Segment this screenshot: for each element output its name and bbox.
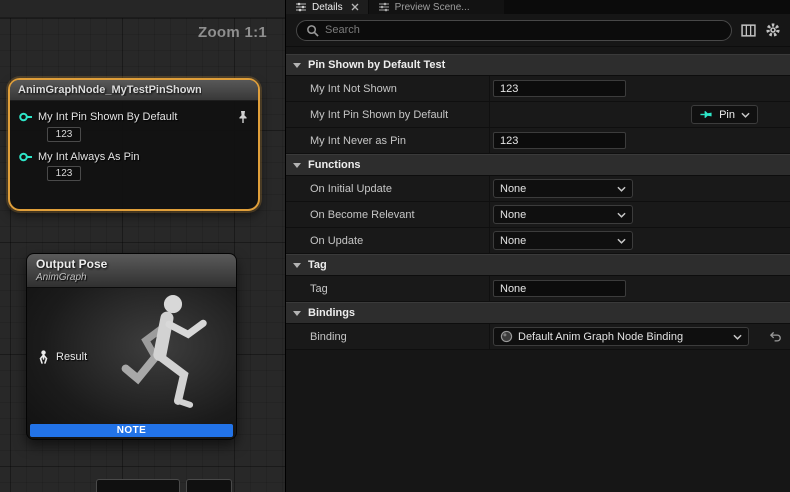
pin-value-field[interactable]: 123 — [47, 166, 81, 181]
property-row: On Update None — [286, 228, 790, 254]
pin-row: My Int Pin Shown By Default 123 — [10, 110, 258, 142]
node-subtitle: AnimGraph — [36, 272, 227, 283]
node-body: Result NOTE — [27, 288, 236, 440]
settings-gear-icon[interactable] — [765, 22, 781, 38]
collapse-arrow-icon — [293, 163, 301, 168]
chevron-down-icon — [617, 186, 626, 192]
result-pin[interactable]: Result — [37, 350, 87, 364]
on-update-dropdown[interactable]: None — [493, 231, 633, 250]
property-label: My Int Pin Shown by Default — [286, 102, 489, 127]
preview-mannequin-image — [116, 290, 234, 426]
on-become-relevant-dropdown[interactable]: None — [493, 205, 633, 224]
my-int-never-as-pin-field[interactable] — [493, 132, 626, 149]
tab-details[interactable]: Details — [286, 0, 368, 14]
chevron-down-icon — [741, 112, 750, 118]
property-label: Binding — [286, 324, 489, 349]
binding-dropdown[interactable]: Default Anim Graph Node Binding — [493, 327, 749, 346]
property-label: My Int Not Shown — [286, 76, 489, 101]
property-row: On Become Relevant None — [286, 202, 790, 228]
int-pin-icon[interactable] — [18, 151, 33, 163]
output-pose-node[interactable]: Output Pose AnimGraph — [26, 253, 237, 440]
result-pin-label: Result — [56, 351, 87, 363]
pin-label: My Int Pin Shown By Default — [38, 111, 177, 123]
property-label: On Become Relevant — [286, 202, 489, 227]
category-bindings[interactable]: Bindings — [286, 302, 790, 324]
pin-state-dropdown[interactable]: Pin — [691, 105, 758, 124]
offscreen-node-top[interactable] — [186, 479, 232, 492]
anim-graph-test-node[interactable]: AnimGraphNode_MyTestPinShown My Int Pin … — [8, 78, 260, 211]
property-label: My Int Never as Pin — [286, 128, 489, 153]
tab-label: Preview Scene... — [395, 2, 470, 13]
details-rows: Pin Shown by Default Test My Int Not Sho… — [286, 47, 790, 492]
tag-field[interactable] — [493, 280, 626, 297]
search-input[interactable] — [325, 24, 722, 36]
search-box[interactable] — [296, 20, 732, 41]
node-title: AnimGraphNode_MyTestPinShown — [18, 84, 202, 96]
pin-icon — [699, 108, 713, 121]
reset-to-default-icon[interactable] — [769, 331, 782, 343]
binding-object-icon — [500, 330, 513, 343]
property-label: On Initial Update — [286, 176, 489, 201]
collapse-arrow-icon — [293, 311, 301, 316]
pin-value-field[interactable]: 123 — [47, 127, 81, 142]
property-label: Tag — [286, 276, 489, 301]
category-tag[interactable]: Tag — [286, 254, 790, 276]
property-label: On Update — [286, 228, 489, 253]
zoom-level-label: Zoom 1:1 — [198, 24, 267, 41]
chevron-down-icon — [617, 212, 626, 218]
preview-scene-tab-icon — [378, 2, 390, 12]
unreal-editor-window: Zoom 1:1 AnimGraphNode_MyTestPinShown My… — [0, 0, 790, 492]
close-tab-icon[interactable] — [351, 3, 359, 11]
collapse-arrow-icon — [293, 63, 301, 68]
pin-label: My Int Always As Pin — [38, 151, 139, 163]
node-header[interactable]: AnimGraphNode_MyTestPinShown — [10, 80, 258, 101]
animgraph-canvas[interactable]: Zoom 1:1 AnimGraphNode_MyTestPinShown My… — [0, 0, 285, 492]
details-tab-icon — [295, 2, 307, 12]
property-row: My Int Pin Shown by Default Pin — [286, 102, 790, 128]
my-int-not-shown-field[interactable] — [493, 80, 626, 97]
tab-preview-scene[interactable]: Preview Scene... — [369, 0, 504, 14]
property-row: Binding Default Anim Graph Node Binding — [286, 324, 790, 350]
search-icon — [306, 24, 319, 37]
property-row: My Int Not Shown — [286, 76, 790, 102]
panel-tab-bar: Details Preview Scene... — [286, 0, 790, 14]
pose-pin-icon — [37, 350, 50, 364]
pin-row: My Int Always As Pin 123 — [10, 151, 258, 181]
on-initial-update-dropdown[interactable]: None — [493, 179, 633, 198]
property-row: My Int Never as Pin — [286, 128, 790, 154]
details-toolbar — [286, 14, 790, 47]
node-title: Output Pose — [36, 257, 227, 271]
property-row: Tag — [286, 276, 790, 302]
int-pin-icon[interactable] — [18, 111, 33, 123]
graph-top-strip — [0, 0, 285, 18]
category-pin-shown-by-default-test[interactable]: Pin Shown by Default Test — [286, 54, 790, 76]
note-bar[interactable]: NOTE — [30, 424, 233, 437]
category-functions[interactable]: Functions — [286, 154, 790, 176]
property-row: On Initial Update None — [286, 176, 790, 202]
node-header[interactable]: Output Pose AnimGraph — [27, 254, 236, 288]
offscreen-node-top[interactable] — [96, 479, 180, 492]
property-matrix-icon[interactable] — [741, 23, 756, 38]
chevron-down-icon — [617, 238, 626, 244]
details-panel: Details Preview Scene... — [285, 0, 790, 492]
tab-label: Details — [312, 2, 343, 13]
pin-toggle-icon[interactable] — [237, 110, 249, 124]
collapse-arrow-icon — [293, 263, 301, 268]
chevron-down-icon — [733, 334, 742, 340]
